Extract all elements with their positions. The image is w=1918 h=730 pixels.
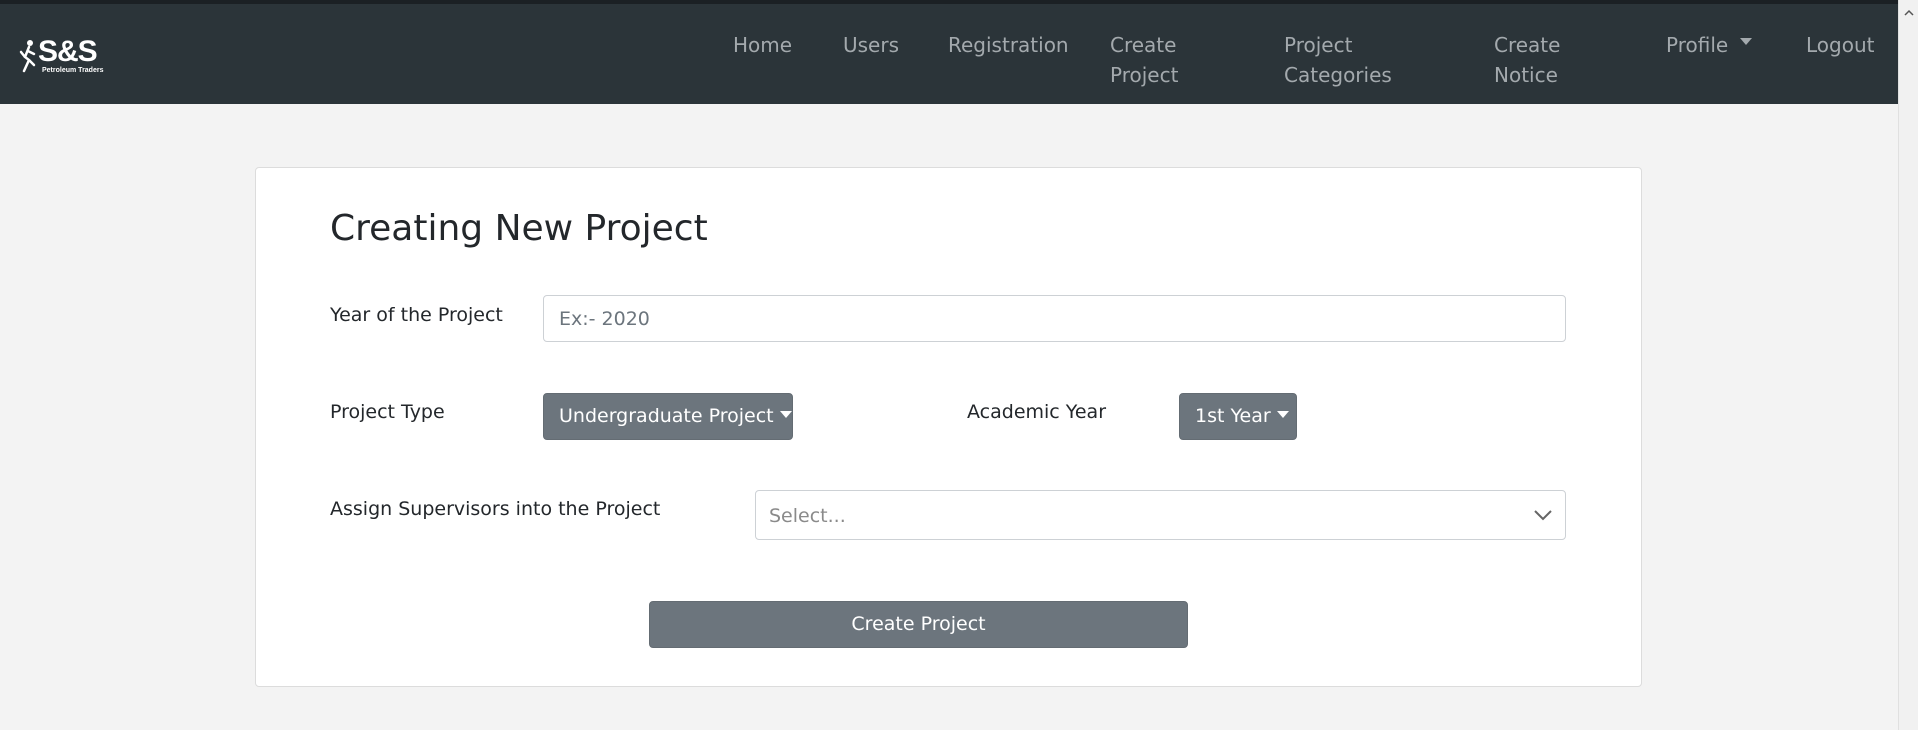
nav-registration[interactable]: Registration xyxy=(948,30,1069,60)
nav-create-project-label-1: Create xyxy=(1110,33,1177,57)
supervisors-select[interactable]: Select... xyxy=(755,490,1566,540)
nav-create-notice[interactable]: Create Notice xyxy=(1494,30,1560,90)
nav-profile-dropdown[interactable]: Profile xyxy=(1666,30,1753,60)
runner-logo-icon xyxy=(19,40,36,73)
chevron-down-icon[interactable] xyxy=(1533,508,1553,522)
brand-logo[interactable]: S&S Petroleum Traders xyxy=(18,36,104,80)
nav-create-notice-label-2: Notice xyxy=(1494,63,1558,87)
vertical-scrollbar[interactable] xyxy=(1898,0,1918,730)
nav-project-categories[interactable]: Project Categories xyxy=(1284,30,1392,90)
project-type-label: Project Type xyxy=(330,401,445,423)
brand-subtitle: Petroleum Traders xyxy=(42,67,104,74)
scroll-up-arrow-icon[interactable] xyxy=(1904,8,1914,18)
year-label: Year of the Project xyxy=(330,304,503,326)
nav-create-project-label-2: Project xyxy=(1110,63,1179,87)
year-input[interactable] xyxy=(543,295,1566,342)
academic-year-label: Academic Year xyxy=(967,401,1107,423)
nav-create-project[interactable]: Create Project xyxy=(1110,30,1178,90)
nav-create-notice-label-1: Create xyxy=(1494,33,1561,57)
nav-home[interactable]: Home xyxy=(733,30,792,60)
supervisors-placeholder: Select... xyxy=(769,505,846,527)
create-project-button[interactable]: Create Project xyxy=(649,601,1188,648)
project-type-value: Undergraduate Project xyxy=(559,405,774,427)
caret-down-icon xyxy=(779,411,792,418)
page-title: Creating New Project xyxy=(330,208,708,249)
nav-logout[interactable]: Logout xyxy=(1806,30,1874,60)
caret-down-icon xyxy=(1740,38,1753,45)
nav-project-categories-label-1: Project xyxy=(1284,33,1353,57)
academic-year-dropdown[interactable]: 1st Year xyxy=(1179,393,1297,440)
project-type-dropdown[interactable]: Undergraduate Project xyxy=(543,393,793,440)
nav-users[interactable]: Users xyxy=(843,30,899,60)
nav-profile-label: Profile xyxy=(1666,33,1729,57)
nav-project-categories-label-2: Categories xyxy=(1284,63,1392,87)
nav-registration-label: Registration xyxy=(948,33,1069,57)
brand-name: S&S xyxy=(38,35,98,68)
academic-year-value: 1st Year xyxy=(1195,405,1271,427)
supervisors-label: Assign Supervisors into the Project xyxy=(330,498,661,520)
nav-logout-label: Logout xyxy=(1806,33,1875,57)
nav-home-label: Home xyxy=(733,33,793,57)
navbar: S&S Petroleum Traders Home Users Registr… xyxy=(0,4,1898,104)
nav-users-label: Users xyxy=(843,33,900,57)
caret-down-icon xyxy=(1276,411,1289,418)
